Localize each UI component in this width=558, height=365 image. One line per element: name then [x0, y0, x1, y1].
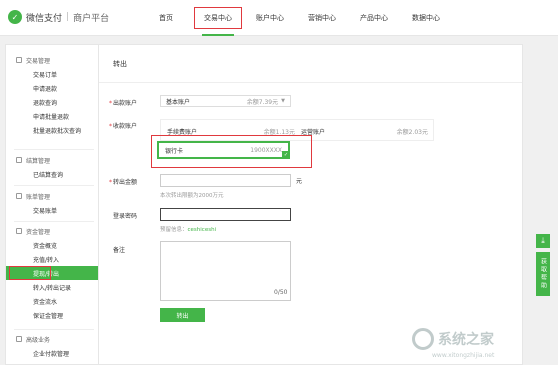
sidebar-group-funds: 资金管理 资金概览 充值/转入 提现/转出 转入/转出记录 资金流水 保证金管理: [6, 224, 99, 322]
account-option-operation[interactable]: 运营账户 余额2.03元: [301, 120, 428, 142]
sidebar-item-deposit[interactable]: 保证金管理: [6, 308, 99, 322]
out-account-select[interactable]: 基本账户 余额7.39元 ▼: [160, 95, 291, 107]
amount-label: *转出金额: [109, 179, 138, 186]
funds-icon: [16, 228, 22, 234]
highlight-box: [9, 266, 51, 280]
sidebar-item-transfer-records[interactable]: 转入/转出记录: [6, 280, 99, 294]
chevron-down-icon: ▼: [281, 98, 285, 104]
password-label: 登录密码: [113, 213, 138, 220]
sidebar-group-header: 结算管理: [6, 153, 99, 167]
remark-count: 0/50: [274, 289, 288, 296]
top-bar: ✓ 微信支付 | 商户平台 首页 交易中心 账户中心 营销中心 产品中心 数据中…: [0, 0, 558, 36]
logo-text: 微信支付: [26, 13, 63, 24]
divider: [14, 149, 94, 150]
sidebar-item-transaction-bill[interactable]: 交易账单: [6, 203, 99, 217]
sidebar-item-fund-flow[interactable]: 资金流水: [6, 294, 99, 308]
nav-data-center[interactable]: 数据中心: [400, 0, 452, 36]
sidebar-group-header: 资金管理: [6, 224, 99, 238]
sidebar-item-refund-query[interactable]: 退款查询: [6, 95, 99, 109]
advanced-icon: [16, 336, 22, 342]
logo-separator: |: [66, 12, 70, 22]
divider: [14, 329, 94, 330]
sidebar-item-funds-overview[interactable]: 资金概览: [6, 238, 99, 252]
amount-hint: 本次转出限额为2000万元: [160, 193, 224, 199]
divider: [14, 185, 94, 186]
sidebar-group-transactions: 交易管理 交易订单 申请退款 退款查询 申请批量退款 批量退款批次查询: [6, 53, 99, 137]
divider: [14, 221, 94, 222]
password-hint: 预留信息：ceshiceshi: [160, 227, 217, 233]
sidebar-group-header: 交易管理: [6, 53, 99, 67]
sidebar-group-header: 高级业务: [6, 332, 99, 346]
sidebar: 交易管理 交易订单 申请退款 退款查询 申请批量退款 批量退款批次查询 结算管理…: [5, 44, 100, 365]
out-account-label: *出款账户: [109, 100, 138, 107]
wechat-pay-icon: ✓: [8, 10, 22, 24]
submit-button[interactable]: 转出: [160, 308, 205, 322]
help-button[interactable]: 获取帮助: [536, 252, 550, 296]
sidebar-item-withdraw[interactable]: 提现/转出: [6, 266, 99, 280]
sidebar-item-enterprise-payment[interactable]: 企业付款管理: [6, 346, 99, 360]
bill-icon: [16, 193, 22, 199]
nav-transaction-center[interactable]: 交易中心: [192, 0, 244, 36]
password-input[interactable]: [160, 208, 291, 221]
nav-product-center[interactable]: 产品中心: [348, 0, 400, 36]
logo[interactable]: ✓ 微信支付 | 商户平台: [8, 10, 109, 24]
sidebar-item-orders[interactable]: 交易订单: [6, 67, 99, 81]
sidebar-item-batch-refund-query[interactable]: 批量退款批次查询: [6, 123, 99, 137]
check-icon: ✓: [282, 151, 290, 159]
settlement-icon: [16, 157, 22, 163]
in-account-label: *收款账户: [109, 123, 138, 130]
sidebar-item-recharge[interactable]: 充值/转入: [6, 252, 99, 266]
watermark: 系统之家: [412, 328, 494, 350]
page-title: 转出: [99, 45, 522, 83]
sidebar-item-refund-apply[interactable]: 申请退款: [6, 81, 99, 95]
watermark-url: www.xitongzhijia.net: [432, 352, 495, 359]
main-panel: 转出 *出款账户 基本账户 余额7.39元 ▼ *收款账户 手续费账户 余额1.1…: [98, 44, 523, 365]
sidebar-item-settled-query[interactable]: 已结算查询: [6, 167, 99, 181]
nav-marketing-center[interactable]: 营销中心: [296, 0, 348, 36]
sidebar-item-batch-refund[interactable]: 申请批量退款: [6, 109, 99, 123]
sidebar-group-header: 账单管理: [6, 189, 99, 203]
main-nav: 首页 交易中心 账户中心 营销中心 产品中心 数据中心: [140, 0, 452, 36]
side-tools: ⤓ 获取帮助: [536, 234, 550, 296]
bank-card-option[interactable]: 银行卡 1900XXXX ✓: [157, 141, 290, 159]
sidebar-group-advanced: 高级业务 企业付款管理: [6, 332, 99, 360]
amount-input[interactable]: [160, 174, 291, 187]
remark-label: 备注: [113, 247, 126, 254]
watermark-logo-icon: [412, 328, 434, 350]
platform-name: 商户平台: [73, 13, 110, 24]
nav-account-center[interactable]: 账户中心: [244, 0, 296, 36]
remark-textarea[interactable]: [160, 241, 291, 301]
download-icon[interactable]: ⤓: [536, 234, 550, 248]
nav-home[interactable]: 首页: [140, 0, 192, 36]
sidebar-group-settlement: 结算管理 已结算查询: [6, 153, 99, 181]
transaction-icon: [16, 57, 22, 63]
amount-unit: 元: [296, 178, 303, 185]
sidebar-group-bills: 账单管理 交易账单: [6, 189, 99, 217]
